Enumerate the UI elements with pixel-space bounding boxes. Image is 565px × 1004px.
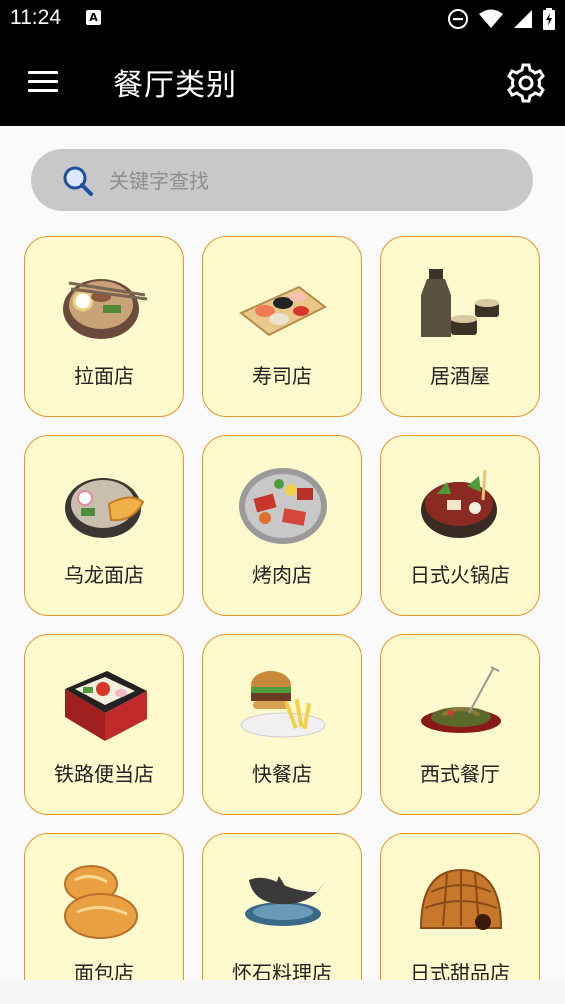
bread-loaves-icon (64, 865, 138, 939)
burger-fries-icon (240, 671, 326, 738)
category-card-izakaya[interactable]: 居酒屋 (380, 236, 540, 417)
category-card-fastfood[interactable]: 快餐店 (202, 634, 362, 815)
app-bar: 餐厅类别 (0, 38, 565, 126)
hamburger-menu-icon[interactable] (22, 64, 66, 100)
category-card-udon[interactable]: 乌龙面店 (24, 435, 184, 616)
search-icon (63, 166, 93, 196)
category-label: 寿司店 (252, 364, 312, 388)
category-label: 居酒屋 (430, 364, 490, 388)
sweet-bun-icon (419, 868, 503, 930)
gear-icon[interactable] (505, 62, 547, 104)
ramen-bowl-icon (63, 279, 148, 339)
search-input[interactable] (107, 149, 511, 213)
battery-icon (543, 8, 555, 30)
bento-box-icon (65, 671, 147, 741)
category-label: 西式餐厅 (420, 762, 500, 786)
category-card-kaiseki[interactable]: 怀石料理店 (202, 833, 362, 980)
udon-bowl-icon (65, 478, 145, 538)
category-label: 铁路便当店 (54, 762, 154, 786)
category-label: 日式火锅店 (410, 563, 510, 587)
category-card-bakery[interactable]: 面包店 (24, 833, 184, 980)
search-bar[interactable] (31, 149, 533, 213)
category-card-yakiniku[interactable]: 烤肉店 (202, 435, 362, 616)
a-notification-icon: A (86, 10, 101, 25)
category-card-western[interactable]: 西式餐厅 (380, 634, 540, 815)
signal-icon (514, 10, 532, 28)
category-label: 怀石料理店 (232, 961, 332, 980)
status-bar: 11:24 A (0, 0, 565, 38)
yakiniku-grill-icon (239, 468, 327, 544)
status-time: 11:24 (10, 6, 61, 29)
category-card-ramen[interactable]: 拉面店 (24, 236, 184, 417)
page-title: 餐厅类别 (113, 68, 237, 103)
category-label: 拉面店 (74, 364, 134, 388)
category-label: 快餐店 (252, 762, 312, 786)
pasta-plate-icon (421, 666, 501, 733)
category-label: 日式甜品店 (410, 961, 510, 980)
hotpot-icon (421, 469, 497, 538)
wifi-icon (479, 9, 503, 28)
category-label: 乌龙面店 (64, 563, 144, 587)
category-card-sushi[interactable]: 寿司店 (202, 236, 362, 417)
sushi-plate-icon (239, 285, 327, 337)
category-card-wagashi[interactable]: 日式甜品店 (380, 833, 540, 980)
status-icons (447, 8, 555, 30)
do-not-disturb-icon (448, 9, 468, 29)
fish-dish-icon (245, 876, 325, 926)
category-card-hotpot[interactable]: 日式火锅店 (380, 435, 540, 616)
content-area: 拉面店 寿司店 居酒屋 (0, 126, 565, 980)
bottom-strip (0, 980, 565, 1004)
category-label: 面包店 (74, 961, 134, 980)
category-label: 烤肉店 (252, 563, 312, 587)
sake-bottle-icon (421, 269, 499, 337)
category-card-ekiben[interactable]: 铁路便当店 (24, 634, 184, 815)
